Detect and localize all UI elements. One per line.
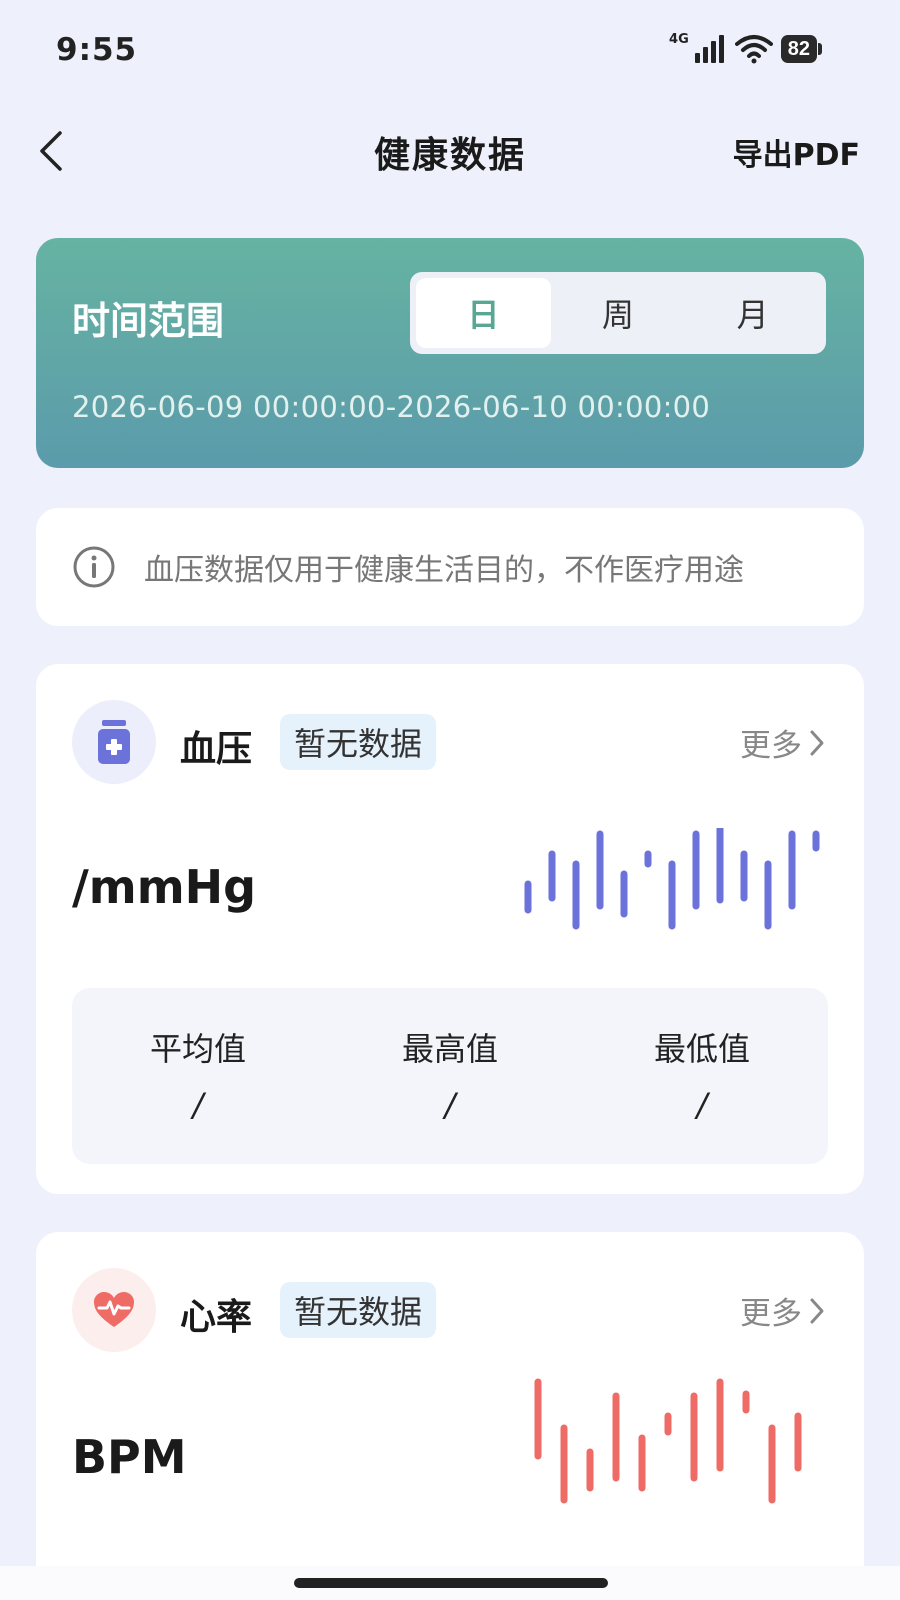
stat-label: 最低值: [653, 1030, 750, 1068]
period-selector: 日 周 月: [410, 272, 826, 354]
heart-pulse-icon: [94, 1292, 134, 1327]
battery-tip: [818, 43, 822, 55]
medicine-bottle-icon: [98, 720, 130, 764]
export-pdf-button[interactable]: 导出PDF: [733, 130, 860, 174]
stat-average: 平均值 /: [72, 988, 324, 1164]
stat-value: /: [192, 1086, 204, 1124]
stat-label: 最高值: [401, 1030, 498, 1068]
signal-icon: [694, 35, 724, 63]
blood-pressure-card[interactable]: 血压 暂无数据 更多 /mmHg 平均值 / 最高值 / 最低值 /: [36, 664, 864, 1194]
wifi-icon: [734, 35, 773, 64]
more-link[interactable]: 更多: [740, 720, 826, 765]
heart-rate-decoration: [534, 1378, 802, 1504]
tab-month[interactable]: 月: [685, 278, 820, 348]
stat-label: 平均值: [149, 1030, 246, 1068]
time-range-card: 时间范围 日 周 月 2026-06-09 00:00:00-2026-06-1…: [36, 238, 864, 468]
navigation-bar: 健康数据 导出PDF: [0, 100, 900, 200]
metric-title: 血压: [180, 729, 253, 770]
stats-summary: 平均值 / 最高值 / 最低值 /: [72, 988, 828, 1164]
metric-unit: BPM: [72, 1430, 187, 1484]
disclaimer-text: 血压数据仅用于健康生活目的，不作医疗用途: [144, 553, 744, 588]
heart-rate-card[interactable]: 心率 暂无数据 更多 BPM: [36, 1232, 864, 1600]
blood-pressure-decoration: [524, 828, 820, 930]
stat-maximum: 最高值 /: [324, 988, 576, 1164]
tab-week[interactable]: 周: [551, 278, 686, 348]
chevron-right-icon: [810, 730, 824, 755]
status-time: 9:55: [56, 32, 138, 68]
network-label: 4G: [669, 31, 689, 47]
tab-day[interactable]: 日: [416, 278, 551, 348]
status-bar: 9:55 4G 82: [0, 0, 900, 100]
status-icons: 4G 82: [669, 31, 822, 64]
stat-value: /: [696, 1086, 708, 1124]
metric-title: 心率: [180, 1297, 253, 1338]
info-icon: [73, 546, 115, 588]
chevron-right-icon: [810, 1298, 824, 1323]
heart-rate-icon-wrap: [72, 1268, 156, 1352]
disclaimer-notice: 血压数据仅用于健康生活目的，不作医疗用途: [36, 508, 864, 626]
more-link[interactable]: 更多: [740, 1288, 826, 1333]
battery-indicator: 82: [780, 35, 822, 63]
home-indicator[interactable]: [294, 1578, 608, 1588]
battery-level: 82: [780, 35, 817, 63]
stat-value: /: [444, 1086, 456, 1124]
blood-pressure-icon-wrap: [72, 700, 156, 784]
status-badge: 暂无数据: [280, 1282, 437, 1338]
metric-unit: /mmHg: [72, 860, 257, 914]
more-label: 更多: [740, 1296, 802, 1332]
time-range-label: 时间范围: [72, 299, 225, 343]
more-label: 更多: [740, 728, 802, 764]
status-badge: 暂无数据: [280, 714, 437, 770]
date-range-text: 2026-06-09 00:00:00-2026-06-10 00:00:00: [72, 390, 711, 424]
stat-minimum: 最低值 /: [576, 988, 828, 1164]
